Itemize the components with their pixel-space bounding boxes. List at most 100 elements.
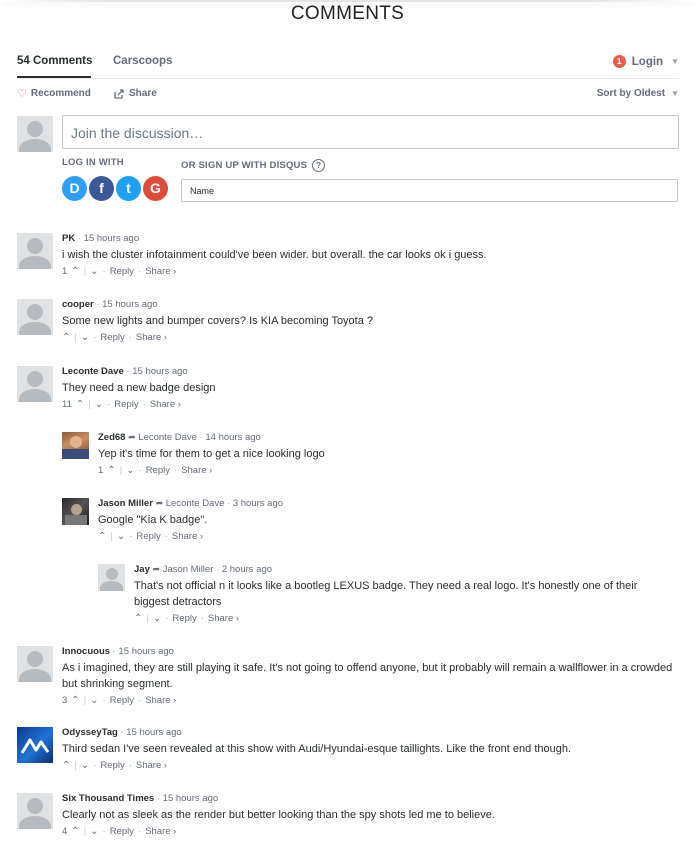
logo-icon	[20, 738, 50, 754]
share-thread-button[interactable]: Share	[114, 88, 157, 99]
downvote-icon[interactable]: ⌄	[117, 531, 125, 542]
comment-meta: Six Thousand Times · 15 hours ago	[62, 793, 218, 804]
comment-author[interactable]: Jason Miller	[98, 498, 153, 509]
reply-link[interactable]: Reply	[146, 465, 170, 476]
avatar[interactable]	[17, 727, 53, 763]
upvote-icon[interactable]: ⌃	[76, 399, 84, 410]
downvote-icon[interactable]: ⌄	[81, 332, 89, 343]
sort-dropdown[interactable]: Sort by Oldest ▼	[597, 88, 679, 99]
name-field[interactable]: Name	[181, 179, 678, 202]
comment: Jason Miller ➦ Leconte Dave · 3 hours ag…	[62, 498, 679, 544]
comment-time[interactable]: 14 hours ago	[205, 432, 260, 443]
reply-link[interactable]: Reply	[100, 332, 124, 343]
reply-to-author[interactable]: Jason Miller	[163, 564, 214, 575]
comment-time[interactable]: 3 hours ago	[233, 498, 283, 509]
comment-author[interactable]: Jay	[134, 564, 150, 575]
reply-link[interactable]: Reply	[100, 760, 124, 771]
chevron-down-icon[interactable]: ▼	[671, 57, 679, 66]
reply-to-author[interactable]: Leconte Dave	[166, 498, 225, 509]
avatar[interactable]	[17, 233, 53, 269]
meta-separator: ·	[216, 564, 220, 575]
notification-badge[interactable]: 1	[612, 55, 626, 68]
avatar[interactable]	[62, 432, 89, 459]
upvote-icon[interactable]: ⌃	[71, 266, 79, 277]
share-link[interactable]: Share ›	[150, 399, 181, 410]
avatar[interactable]	[17, 793, 53, 829]
social-login-buttons: D f t G	[62, 176, 168, 201]
vote-count: 11	[62, 399, 72, 410]
comment-time[interactable]: 15 hours ago	[118, 646, 173, 657]
twitter-login-icon[interactable]: t	[116, 176, 141, 201]
upvote-icon[interactable]: ⌃	[107, 465, 115, 476]
downvote-icon[interactable]: ⌄	[126, 465, 134, 476]
recommend-button[interactable]: ♡ Recommend	[17, 88, 91, 99]
disqus-login-icon[interactable]: D	[62, 176, 87, 201]
reply-link[interactable]: Reply	[110, 695, 134, 706]
share-link[interactable]: Share ›	[172, 531, 203, 542]
share-link[interactable]: Share ›	[145, 826, 176, 837]
footer-separator: ·	[165, 613, 169, 624]
downvote-icon[interactable]: ⌄	[153, 613, 161, 624]
facebook-login-icon[interactable]: f	[89, 176, 114, 201]
upvote-icon[interactable]: ⌃	[71, 695, 79, 706]
comment-author[interactable]: Six Thousand Times	[62, 793, 154, 804]
reply-link[interactable]: Reply	[110, 826, 134, 837]
share-link[interactable]: Share ›	[145, 695, 176, 706]
comment-time[interactable]: 15 hours ago	[163, 793, 218, 804]
share-label: Share	[129, 88, 157, 99]
comment-author[interactable]: OdysseyTag	[62, 727, 118, 738]
upvote-icon[interactable]: ⌃	[134, 613, 142, 624]
comment-input[interactable]: Join the discussion…	[62, 115, 679, 149]
footer-separator: ·	[102, 266, 106, 277]
comment-author[interactable]: Zed68	[98, 432, 125, 443]
comment-author[interactable]: PK	[62, 233, 75, 244]
upvote-icon[interactable]: ⌃	[62, 760, 70, 771]
comment-time[interactable]: 15 hours ago	[126, 727, 181, 738]
user-avatar	[17, 116, 53, 152]
share-link[interactable]: Share ›	[136, 760, 167, 771]
downvote-icon[interactable]: ⌄	[95, 399, 103, 410]
login-menu[interactable]: 1 Login ▼	[612, 55, 679, 68]
meta-separator: ·	[112, 646, 116, 657]
comment: Leconte Dave · 15 hours ago They need a …	[17, 366, 679, 412]
avatar[interactable]	[17, 646, 53, 682]
comment-meta: PK · 15 hours ago	[62, 233, 139, 244]
comment-author[interactable]: cooper	[62, 299, 94, 310]
share-link[interactable]: Share ›	[181, 465, 212, 476]
reply-link[interactable]: Reply	[110, 266, 134, 277]
upvote-icon[interactable]: ⌃	[62, 332, 70, 343]
downvote-icon[interactable]: ⌄	[90, 695, 98, 706]
reply-link[interactable]: Reply	[172, 613, 196, 624]
google-login-icon[interactable]: G	[143, 176, 168, 201]
share-link[interactable]: Share ›	[145, 266, 176, 277]
login-label[interactable]: Login	[632, 56, 663, 68]
comment-author[interactable]: Innocuous	[62, 646, 110, 657]
help-icon[interactable]: ?	[312, 159, 326, 172]
signup-text: OR SIGN UP WITH DISQUS	[181, 160, 308, 171]
reply-link[interactable]: Reply	[114, 399, 138, 410]
reply-to-author[interactable]: Leconte Dave	[138, 432, 197, 443]
upvote-icon[interactable]: ⌃	[98, 531, 106, 542]
share-link[interactable]: Share ›	[208, 613, 239, 624]
avatar[interactable]	[17, 299, 53, 335]
footer-separator: ·	[138, 266, 142, 277]
comment-time[interactable]: 2 hours ago	[222, 564, 272, 575]
comment-time[interactable]: 15 hours ago	[102, 299, 157, 310]
avatar[interactable]	[98, 564, 125, 591]
reply-link[interactable]: Reply	[136, 531, 160, 542]
downvote-icon[interactable]: ⌄	[81, 760, 89, 771]
comment-time[interactable]: 15 hours ago	[132, 366, 187, 377]
tab-forum[interactable]: Carscoops	[113, 55, 172, 67]
comment-text: As i imagined, they are still playing it…	[62, 662, 673, 690]
tab-comments[interactable]: 54 Comments	[17, 55, 92, 67]
avatar[interactable]	[62, 498, 89, 525]
downvote-icon[interactable]: ⌄	[90, 826, 98, 837]
upvote-icon[interactable]: ⌃	[71, 826, 79, 837]
share-link[interactable]: Share ›	[136, 332, 167, 343]
comment-author[interactable]: Leconte Dave	[62, 366, 124, 377]
comment-time[interactable]: 15 hours ago	[84, 233, 139, 244]
downvote-icon[interactable]: ⌄	[90, 266, 98, 277]
comment-meta: cooper · 15 hours ago	[62, 299, 158, 310]
avatar[interactable]	[17, 366, 53, 402]
vote-divider: |	[88, 399, 91, 410]
